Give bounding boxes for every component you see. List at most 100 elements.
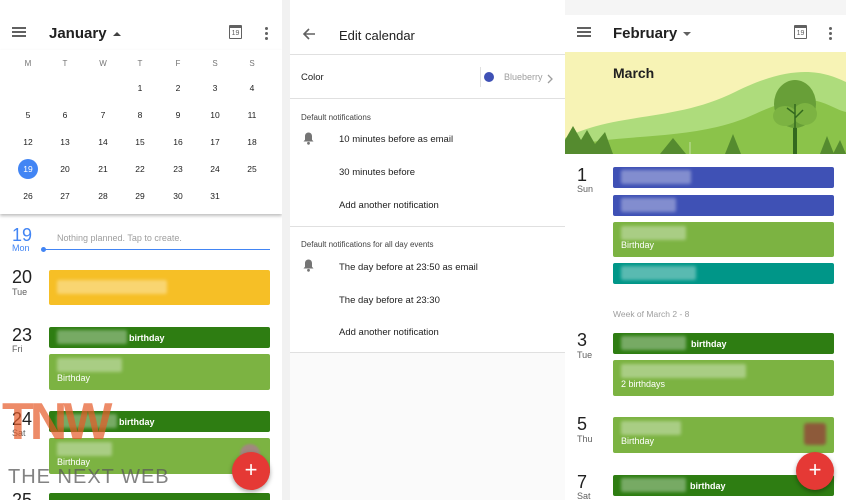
calendar-day[interactable]: 24 xyxy=(205,164,225,174)
add-notification-button[interactable]: Add another notification xyxy=(339,200,439,211)
empty-day-hint[interactable]: Nothing planned. Tap to create. xyxy=(57,233,182,243)
calendar-day[interactable]: 25 xyxy=(242,164,262,174)
calendar-day[interactable]: 20 xyxy=(55,164,75,174)
calendar-day[interactable]: 1 xyxy=(130,83,150,93)
calendar-day[interactable]: 31 xyxy=(205,191,225,201)
event-chip[interactable] xyxy=(49,493,270,500)
event-chip[interactable]: birthday xyxy=(613,333,834,354)
day-name: Sun xyxy=(577,184,594,194)
calendar-day[interactable]: 7 xyxy=(93,110,113,120)
chevron-right-icon xyxy=(547,71,553,89)
blurred-title xyxy=(621,478,686,492)
calendar-day[interactable]: 23 xyxy=(168,164,188,174)
divider xyxy=(480,67,481,87)
top-app-bar: January 19 xyxy=(0,0,282,52)
day-name: Mon xyxy=(12,243,30,253)
notification-item[interactable]: The day before at 23:30 xyxy=(339,295,440,306)
calendar-day[interactable]: 21 xyxy=(93,164,113,174)
weekday-header: F xyxy=(175,59,181,68)
event-chip[interactable]: Birthday xyxy=(613,222,834,257)
event-label: Birthday xyxy=(621,240,655,250)
blurred-title xyxy=(621,198,676,212)
back-arrow-icon[interactable] xyxy=(302,27,316,41)
event-chip[interactable] xyxy=(613,263,834,284)
day-number: 20 xyxy=(12,267,33,287)
calendar-day[interactable]: 18 xyxy=(242,137,262,147)
add-notification-button[interactable]: Add another notification xyxy=(339,327,439,338)
day-number: 3 xyxy=(577,330,588,350)
event-label: birthday xyxy=(119,417,155,427)
notification-item[interactable]: 10 minutes before as email xyxy=(339,134,453,145)
event-label: birthday xyxy=(690,481,726,491)
weekday-header: T xyxy=(137,59,143,68)
divider xyxy=(290,98,565,99)
event-label: birthday xyxy=(129,333,165,343)
weekday-header: M xyxy=(24,59,32,68)
event-chip[interactable] xyxy=(613,167,834,188)
blurred-title xyxy=(57,358,122,372)
calendar-day[interactable]: 26 xyxy=(18,191,38,201)
calendar-day[interactable]: 6 xyxy=(55,110,75,120)
calendar-day[interactable]: 22 xyxy=(130,164,150,174)
month-title: January xyxy=(49,25,107,42)
calendar-day[interactable]: 3 xyxy=(205,83,225,93)
today-calendar-icon[interactable]: 19 xyxy=(229,25,242,39)
today-calendar-icon[interactable]: 19 xyxy=(794,25,807,39)
more-options-icon[interactable] xyxy=(265,25,268,42)
event-chip[interactable] xyxy=(613,195,834,216)
day-number: 5 xyxy=(577,414,588,434)
month-selector[interactable]: January xyxy=(49,25,121,42)
calendar-day[interactable]: 30 xyxy=(168,191,188,201)
event-chip[interactable]: Birthday xyxy=(613,417,834,453)
day-name: Tue xyxy=(12,287,28,297)
notification-item[interactable]: The day before at 23:50 as email xyxy=(339,262,478,273)
blurred-title xyxy=(621,364,746,378)
color-label: Color xyxy=(301,72,324,83)
calendar-day[interactable]: 10 xyxy=(205,110,225,120)
calendar-day[interactable]: 11 xyxy=(242,110,262,120)
empty-area xyxy=(290,353,565,500)
calendar-day[interactable]: 28 xyxy=(93,191,113,201)
calendar-day[interactable]: 2 xyxy=(168,83,188,93)
calendar-day[interactable]: 19 xyxy=(18,164,38,174)
event-chip[interactable] xyxy=(49,270,270,305)
calendar-day[interactable]: 27 xyxy=(55,191,75,201)
calendar-day[interactable]: 9 xyxy=(168,110,188,120)
calendar-day[interactable]: 4 xyxy=(242,83,262,93)
calendar-day[interactable]: 17 xyxy=(205,137,225,147)
event-chip[interactable]: birthday xyxy=(49,327,270,348)
month-selector[interactable]: February xyxy=(613,25,692,42)
create-event-fab[interactable]: + xyxy=(232,452,270,490)
calendar-day[interactable]: 14 xyxy=(93,137,113,147)
caret-down-icon xyxy=(683,32,692,37)
calendar-day[interactable]: 5 xyxy=(18,110,38,120)
tnw-logo: TNW xyxy=(2,393,112,451)
color-row[interactable]: Color Blueberry xyxy=(290,55,565,97)
month-banner: March xyxy=(565,52,846,154)
banner-title: March xyxy=(613,65,655,81)
color-value: Blueberry xyxy=(504,72,543,82)
event-chip[interactable]: Birthday xyxy=(49,354,270,390)
event-chip[interactable]: 2 birthdays xyxy=(613,360,834,396)
notification-item[interactable]: 30 minutes before xyxy=(339,167,415,178)
section-title: Default notifications for all day events xyxy=(301,240,434,249)
weekday-header: W xyxy=(99,59,107,68)
calendar-day[interactable]: 13 xyxy=(55,137,75,147)
create-event-fab[interactable]: + xyxy=(796,452,834,490)
more-options-icon[interactable] xyxy=(829,25,832,42)
blurred-title xyxy=(621,226,686,240)
blurred-title xyxy=(621,266,696,280)
menu-icon[interactable] xyxy=(577,25,591,39)
edit-calendar-panel: Edit calendar Color Blueberry Default no… xyxy=(290,0,565,500)
blurred-title xyxy=(621,170,691,184)
weekday-header: S xyxy=(212,59,218,68)
menu-icon[interactable] xyxy=(12,25,26,39)
calendar-day[interactable]: 29 xyxy=(130,191,150,201)
event-label: Birthday xyxy=(57,373,91,383)
day-number: 25 xyxy=(12,490,33,500)
calendar-day[interactable]: 15 xyxy=(130,137,150,147)
calendar-day[interactable]: 16 xyxy=(168,137,188,147)
blurred-title xyxy=(57,280,167,294)
calendar-day[interactable]: 8 xyxy=(130,110,150,120)
calendar-day[interactable]: 12 xyxy=(18,137,38,147)
